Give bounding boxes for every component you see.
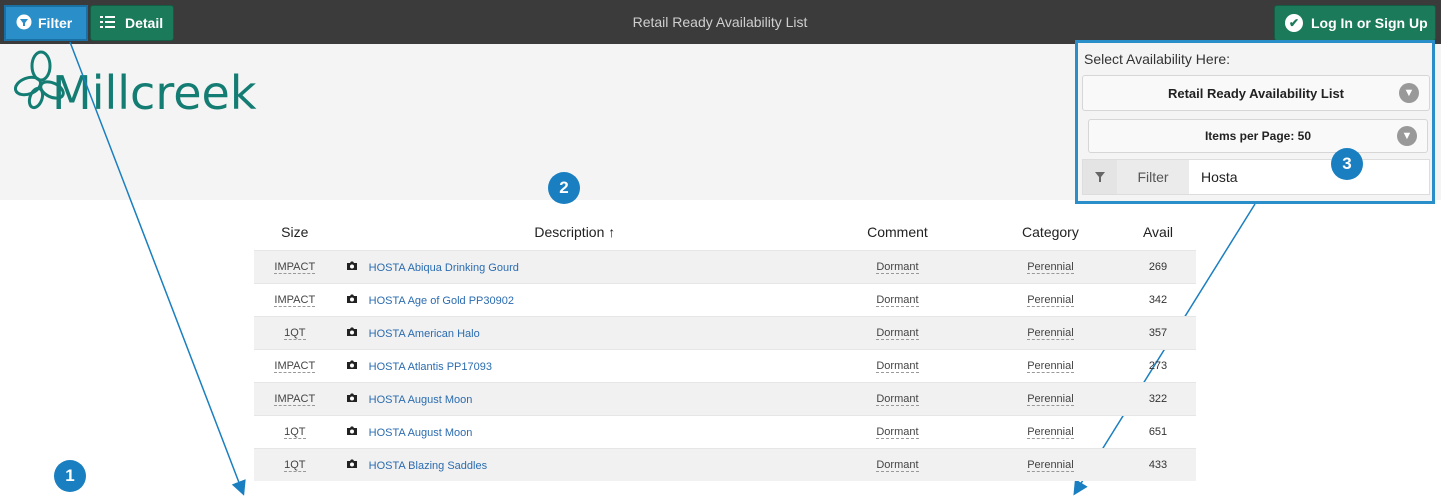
description-link[interactable]: HOSTA Atlantis PP17093: [369, 361, 492, 373]
availability-table: Size Description ↑ Comment Category Avai…: [254, 214, 1196, 481]
description-link[interactable]: HOSTA Age of Gold PP30902: [369, 295, 514, 307]
comment-cell[interactable]: Dormant: [876, 393, 919, 406]
avail-cell: 342: [1148, 294, 1168, 306]
comment-cell[interactable]: Dormant: [876, 426, 919, 439]
table-header: Size Description ↑ Comment Category Avai…: [254, 214, 1196, 250]
table-row: 1QT HOSTA American Halo Dormant Perennia…: [254, 316, 1196, 349]
table-row: IMPACT HOSTA Atlantis PP17093 Dormant Pe…: [254, 349, 1196, 382]
column-header-size[interactable]: Size: [254, 224, 336, 240]
comment-cell[interactable]: Dormant: [876, 459, 919, 472]
camera-icon[interactable]: [346, 294, 358, 307]
category-cell[interactable]: Perennial: [1027, 294, 1074, 307]
table-row: 1QT HOSTA August Moon Dormant Perennial …: [254, 415, 1196, 448]
table-row: IMPACT HOSTA Age of Gold PP30902 Dormant…: [254, 283, 1196, 316]
comment-cell[interactable]: Dormant: [876, 261, 919, 274]
callout-badge-3: 3: [1331, 148, 1363, 180]
comment-cell[interactable]: Dormant: [876, 327, 919, 340]
category-cell[interactable]: Perennial: [1027, 327, 1074, 340]
comment-cell[interactable]: Dormant: [876, 294, 919, 307]
size-cell[interactable]: IMPACT: [274, 393, 316, 406]
size-cell[interactable]: IMPACT: [274, 360, 316, 373]
category-cell[interactable]: Perennial: [1027, 459, 1074, 472]
annotation-arrow-1: [69, 41, 246, 496]
category-cell[interactable]: Perennial: [1027, 360, 1074, 373]
size-cell[interactable]: 1QT: [284, 327, 306, 340]
avail-cell: 322: [1148, 393, 1168, 405]
avail-cell: 433: [1148, 459, 1168, 471]
avail-cell: 269: [1148, 261, 1168, 273]
camera-icon[interactable]: [346, 393, 358, 406]
camera-icon[interactable]: [346, 360, 358, 373]
avail-cell: 651: [1148, 426, 1168, 438]
description-link[interactable]: HOSTA Blazing Saddles: [369, 460, 487, 472]
comment-cell[interactable]: Dormant: [876, 360, 919, 373]
description-link[interactable]: HOSTA American Halo: [369, 328, 480, 340]
table-row: 1QT HOSTA Blazing Saddles Dormant Perenn…: [254, 448, 1196, 481]
column-header-description[interactable]: Description ↑: [336, 224, 814, 240]
table-row: IMPACT HOSTA Abiqua Drinking Gourd Dorma…: [254, 250, 1196, 283]
callout-badge-1: 1: [54, 460, 86, 492]
table-row: IMPACT HOSTA August Moon Dormant Perenni…: [254, 382, 1196, 415]
avail-cell: 273: [1148, 360, 1168, 372]
description-link[interactable]: HOSTA August Moon: [369, 394, 473, 406]
camera-icon[interactable]: [346, 426, 358, 439]
category-cell[interactable]: Perennial: [1027, 393, 1074, 406]
column-header-avail[interactable]: Avail: [1120, 224, 1196, 240]
table-body: IMPACT HOSTA Abiqua Drinking Gourd Dorma…: [254, 250, 1196, 481]
category-cell[interactable]: Perennial: [1027, 426, 1074, 439]
category-cell[interactable]: Perennial: [1027, 261, 1074, 274]
camera-icon[interactable]: [346, 327, 358, 340]
size-cell[interactable]: 1QT: [284, 459, 306, 472]
description-link[interactable]: HOSTA August Moon: [369, 427, 473, 439]
column-header-comment[interactable]: Comment: [814, 224, 981, 240]
description-link[interactable]: HOSTA Abiqua Drinking Gourd: [369, 262, 519, 274]
callout-badge-2: 2: [548, 172, 580, 204]
camera-icon[interactable]: [346, 459, 358, 472]
column-header-category[interactable]: Category: [981, 224, 1120, 240]
size-cell[interactable]: IMPACT: [274, 261, 316, 274]
camera-icon[interactable]: [346, 261, 358, 274]
size-cell[interactable]: 1QT: [284, 426, 306, 439]
avail-cell: 357: [1148, 327, 1168, 339]
size-cell[interactable]: IMPACT: [274, 294, 316, 307]
